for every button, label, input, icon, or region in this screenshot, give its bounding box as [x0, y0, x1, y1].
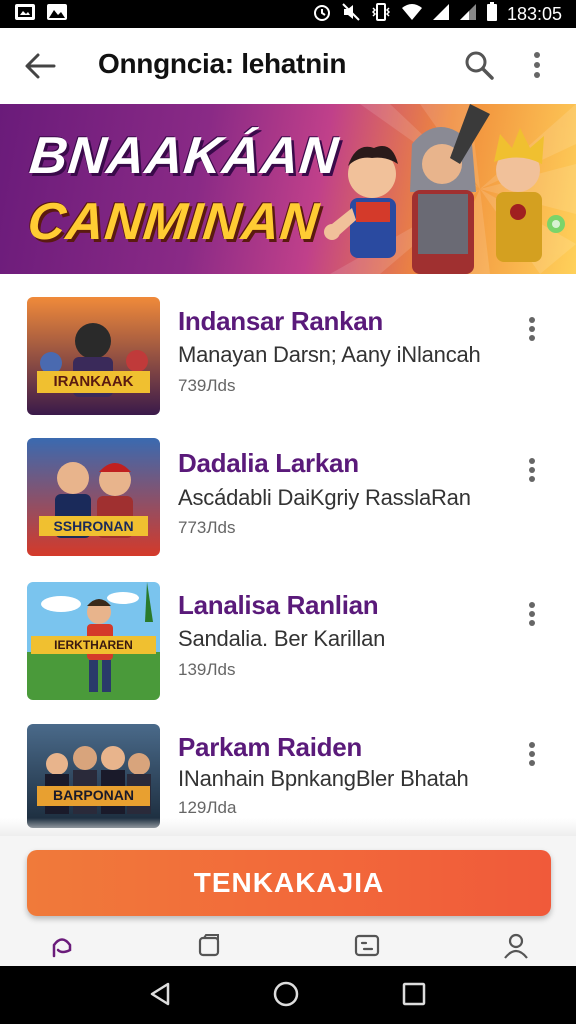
signal-icon [459, 3, 477, 26]
item-thumbnail: IERKTHAREN [27, 582, 160, 700]
item-title: Parkam Raiden [178, 732, 362, 762]
item-subtitle: Ascádabli DaiKgriy RasslaRan [178, 485, 471, 510]
item-title: Lanalisa Ranlian [178, 590, 379, 620]
system-back-button[interactable] [142, 979, 178, 1013]
hero-characters-illustration [324, 104, 565, 274]
item-more-button[interactable] [518, 454, 546, 490]
cards-icon [196, 933, 222, 964]
item-meta: 129Лda [178, 798, 237, 817]
item-meta: 739Лds [178, 376, 236, 395]
more-vert-icon [528, 741, 536, 772]
more-vert-icon [528, 316, 536, 347]
back-triangle-icon [148, 981, 172, 1012]
recents-square-icon [401, 981, 427, 1012]
home-icon [48, 932, 76, 965]
item-title: Indansar Rankan [178, 306, 384, 336]
list-item[interactable]: IERKTHAREN Lanalisa Ranlian Sandalia. Be… [0, 572, 576, 714]
thumbnail-caption: BARPONAN [53, 787, 134, 803]
page-title: Onngncia: lehatnin [98, 48, 347, 79]
item-subtitle: INanhain BpnkangBler Bhatah [178, 766, 469, 791]
status-bar: 183:05 [0, 0, 576, 28]
thumbnail-caption: IERKTHAREN [54, 638, 133, 652]
list-item[interactable]: SSHRONAN Dadalia Larkan Ascádabli DaiKgr… [0, 430, 576, 572]
back-arrow-icon [24, 52, 56, 85]
promo-banner[interactable]: BNAAKÁAN CANMINAN [0, 104, 576, 274]
item-meta: 139Лds [178, 660, 236, 679]
item-thumbnail: SSHRONAN [27, 438, 160, 556]
item-more-button[interactable] [518, 313, 546, 349]
alarm-icon [312, 2, 332, 27]
list-divider-shadow [0, 818, 576, 836]
nav-home[interactable] [42, 932, 82, 964]
status-right-icons: 183:05 [312, 1, 562, 27]
item-subtitle: Sandalia. Ber Karillan [178, 626, 386, 651]
battery-icon [486, 1, 498, 27]
thumbnail-caption: SSHRONAN [53, 518, 134, 534]
overflow-menu-button[interactable] [522, 48, 552, 86]
gallery-icon [14, 3, 36, 26]
more-vert-icon [533, 51, 541, 84]
status-time: 183:05 [506, 3, 562, 24]
item-title: Dadalia Larkan [178, 448, 359, 478]
system-home-button[interactable] [268, 979, 304, 1013]
primary-cta-button[interactable]: TENKAKAJIA [27, 850, 551, 916]
photo-icon [46, 3, 68, 26]
list-item[interactable]: IRANKAAK Indansar Rankan Manayan Darsn; … [0, 288, 576, 430]
more-vert-icon [528, 457, 536, 488]
home-circle-icon [272, 980, 300, 1013]
banner-headline: BNAAKÁAN [26, 127, 342, 185]
item-more-button[interactable] [518, 738, 546, 774]
search-button[interactable] [460, 48, 498, 86]
item-meta: 773Лds [178, 518, 236, 537]
signal-icon [432, 3, 450, 26]
back-button[interactable] [22, 50, 58, 86]
status-left-icons [14, 3, 68, 26]
profile-icon [503, 932, 529, 965]
app-bar: Onngncia: lehatnin [0, 28, 576, 104]
content-list: IRANKAAK Indansar Rankan Manayan Darsn; … [0, 274, 576, 834]
list-item[interactable]: BARPONAN Parkam Raiden INanhain BpnkangB… [0, 714, 576, 834]
nav-messages[interactable] [347, 932, 387, 964]
bottom-navigation [0, 928, 576, 966]
nav-profile[interactable] [496, 932, 536, 964]
search-icon [464, 50, 494, 85]
nav-cards[interactable] [189, 932, 229, 964]
system-recents-button[interactable] [396, 979, 432, 1013]
messages-icon [353, 933, 381, 964]
thumbnail-caption: IRANKAAK [53, 373, 134, 390]
item-thumbnail: BARPONAN [27, 724, 160, 828]
item-thumbnail: IRANKAAK [27, 297, 160, 415]
item-more-button[interactable] [518, 598, 546, 634]
wifi-icon [401, 3, 423, 26]
more-vert-icon [528, 601, 536, 632]
item-subtitle: Manayan Darsn; Aany iNlancah [178, 342, 481, 367]
banner-subheadline: CANMINAN [24, 193, 323, 251]
mute-icon [341, 2, 361, 27]
vibrate-icon [370, 2, 392, 27]
system-navigation-bar [0, 966, 576, 1024]
